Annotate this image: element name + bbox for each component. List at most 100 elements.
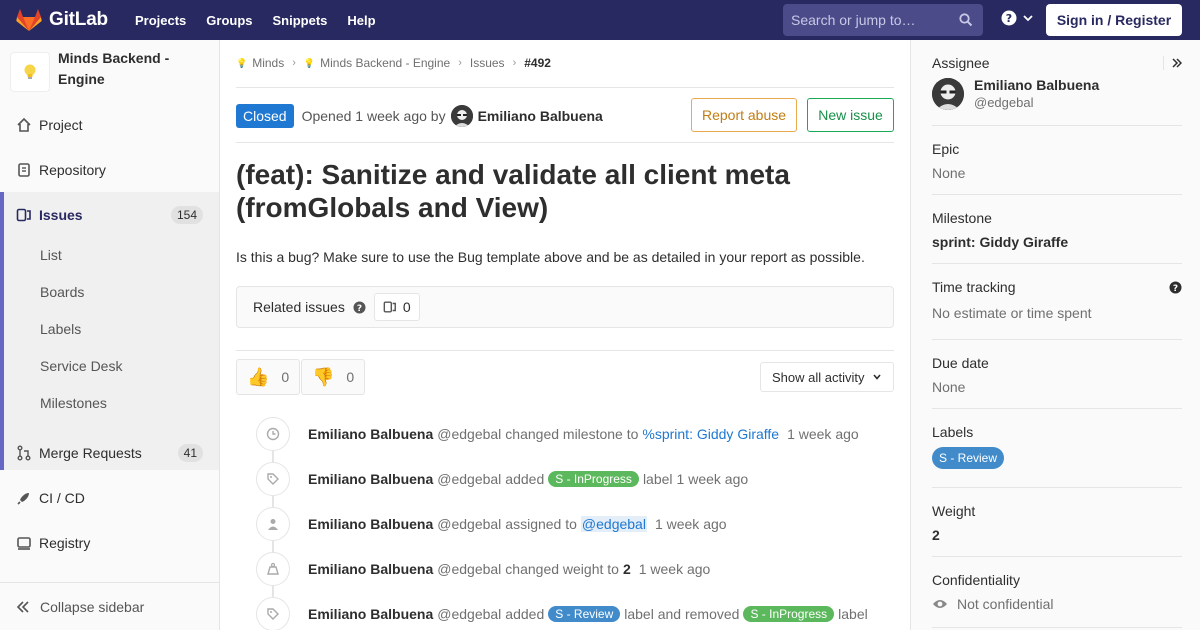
weight-value: 2: [622, 561, 631, 577]
search-box[interactable]: [783, 4, 983, 36]
note-action: added: [505, 606, 545, 622]
labels-title: Labels: [932, 424, 974, 440]
sign-in-button[interactable]: Sign in / Register: [1046, 4, 1182, 36]
assignee-block: Assignee Emiliano Balbuena @edgebal: [932, 55, 1182, 126]
sidebar-item-label: Repository: [39, 161, 106, 178]
submenu-service-desk[interactable]: Service Desk: [40, 358, 122, 374]
clock-icon: [256, 417, 290, 451]
project-avatar: [10, 52, 50, 92]
double-chevron-right-icon: [1172, 58, 1182, 68]
breadcrumb-minds[interactable]: 💡 Minds: [236, 56, 284, 70]
issue-description: Is this a bug? Make sure to use the Bug …: [236, 249, 865, 265]
note-action: changed milestone to: [505, 426, 639, 442]
thumbs-up-button[interactable]: 👍 0: [236, 359, 301, 395]
milestone-link[interactable]: %sprint: Giddy Giraffe: [642, 426, 779, 442]
note-author[interactable]: Emiliano Balbuena: [308, 471, 433, 487]
note-author[interactable]: Emiliano Balbuena: [308, 516, 433, 532]
submenu-labels[interactable]: Labels: [40, 321, 81, 337]
note-author[interactable]: Emiliano Balbuena: [308, 561, 433, 577]
sidebar-item-merge-requests[interactable]: Merge Requests 41: [0, 430, 219, 475]
nav-projects[interactable]: Projects: [135, 13, 186, 28]
label-badge[interactable]: S - InProgress: [548, 471, 639, 487]
project-header[interactable]: Minds Backend - Engine: [0, 40, 219, 102]
sidebar-item-ci-cd[interactable]: CI / CD: [0, 475, 219, 520]
note-author[interactable]: Emiliano Balbuena: [308, 606, 433, 622]
milestone-title: Milestone: [932, 210, 992, 226]
note-time: 1 week ago: [676, 471, 749, 487]
new-issue-button[interactable]: New issue: [807, 98, 894, 132]
note-handle: @edgebal: [437, 561, 502, 577]
weight-block: Weight 2: [932, 503, 1182, 557]
weight-icon: [256, 552, 290, 586]
project-name: Minds Backend - Engine: [58, 50, 170, 87]
issues-icon: [16, 207, 32, 223]
timeline-note: Emiliano Balbuena @edgebal changed weigh…: [236, 552, 894, 586]
note-time: 1 week ago: [654, 516, 727, 532]
due-date-block: Due date None: [932, 355, 1182, 409]
question-icon[interactable]: ?: [1169, 281, 1182, 297]
chevron-right-icon: ›: [512, 57, 517, 69]
nav-snippets[interactable]: Snippets: [273, 13, 328, 28]
brand-name: GitLab: [49, 9, 108, 30]
tag-icon: [256, 462, 290, 496]
submenu-boards[interactable]: Boards: [40, 284, 84, 300]
milestone-value[interactable]: sprint: Giddy Giraffe: [932, 234, 1182, 250]
sidebar-item-repository[interactable]: Repository: [0, 147, 219, 192]
chevron-right-icon: ›: [292, 57, 296, 69]
activity-filter-dropdown[interactable]: Show all activity: [760, 362, 894, 392]
issue-main: 💡 Minds › 💡 Minds Backend - Engine › Issue…: [236, 40, 894, 630]
collapse-right-sidebar-button[interactable]: [1163, 56, 1182, 70]
note-mid: label and removed: [624, 606, 740, 622]
note-suffix: label: [838, 606, 868, 622]
gitlab-logo[interactable]: GitLab: [16, 8, 108, 32]
note-author[interactable]: Emiliano Balbuena: [308, 426, 433, 442]
breadcrumb-project[interactable]: 💡 Minds Backend - Engine: [304, 56, 450, 70]
question-icon: ?: [1001, 10, 1017, 26]
submenu-milestones[interactable]: Milestones: [40, 395, 107, 411]
user-icon: [256, 507, 290, 541]
assignee-name[interactable]: Emiliano Balbuena: [974, 77, 1099, 93]
breadcrumb-issues[interactable]: Issues: [470, 56, 505, 70]
right-sidebar: Assignee Emiliano Balbuena @edgebal Epic…: [910, 40, 1200, 630]
user-mention[interactable]: @edgebal: [580, 516, 647, 532]
note-time: 1 week ago: [787, 426, 859, 442]
collapse-sidebar-button[interactable]: Collapse sidebar: [0, 582, 219, 630]
top-navbar: GitLab Projects Groups Snippets Help ? S…: [0, 0, 1200, 40]
svg-text:?: ?: [357, 304, 362, 314]
search-input[interactable]: [791, 12, 951, 28]
timeline-note: Emiliano Balbuena @edgebal added S - Rev…: [236, 597, 894, 630]
chevron-down-icon: [1023, 15, 1033, 22]
author-avatar[interactable]: [450, 105, 473, 127]
sidebar-item-label: Registry: [39, 534, 91, 551]
label-badge[interactable]: S - Review: [548, 606, 621, 622]
thumbs-down-button[interactable]: 👎 0: [301, 359, 366, 395]
submenu-list[interactable]: List: [40, 247, 62, 263]
sidebar-item-registry[interactable]: Registry: [0, 520, 219, 565]
assignee-avatar[interactable]: [932, 77, 964, 110]
confidentiality-block: Confidentiality Not confidential: [932, 572, 1182, 628]
sidebar-item-label: Merge Requests: [39, 444, 142, 461]
weight-title: Weight: [932, 503, 976, 519]
due-date-title: Due date: [932, 355, 989, 371]
time-tracking-value: No estimate or time spent: [932, 305, 1092, 321]
confidentiality-value: Not confidential: [957, 596, 1054, 612]
rocket-icon: [16, 490, 32, 506]
help-dropdown[interactable]: ?: [1001, 10, 1034, 26]
doc-icon: [16, 162, 32, 178]
related-issues-count[interactable]: 0: [373, 293, 420, 321]
weight-value: 2: [932, 527, 940, 543]
nav-help[interactable]: Help: [347, 13, 375, 28]
nav-groups[interactable]: Groups: [206, 13, 252, 28]
breadcrumb-current[interactable]: #492: [524, 56, 551, 70]
eye-icon: [933, 600, 947, 608]
author-link[interactable]: Emiliano Balbuena: [478, 108, 603, 124]
sidebar-item-issues[interactable]: Issues 154: [0, 192, 219, 237]
sidebar-item-project[interactable]: Project: [0, 102, 219, 147]
label-badge[interactable]: S - Review: [932, 447, 1005, 469]
collapse-sidebar-label: Collapse sidebar: [40, 598, 145, 615]
report-abuse-button[interactable]: Report abuse: [691, 98, 797, 132]
note-action: assigned to: [505, 516, 577, 532]
question-icon[interactable]: ?: [353, 301, 366, 314]
timeline-note: Emiliano Balbuena @edgebal added S - InP…: [236, 462, 894, 496]
label-badge[interactable]: S - InProgress: [743, 606, 835, 622]
